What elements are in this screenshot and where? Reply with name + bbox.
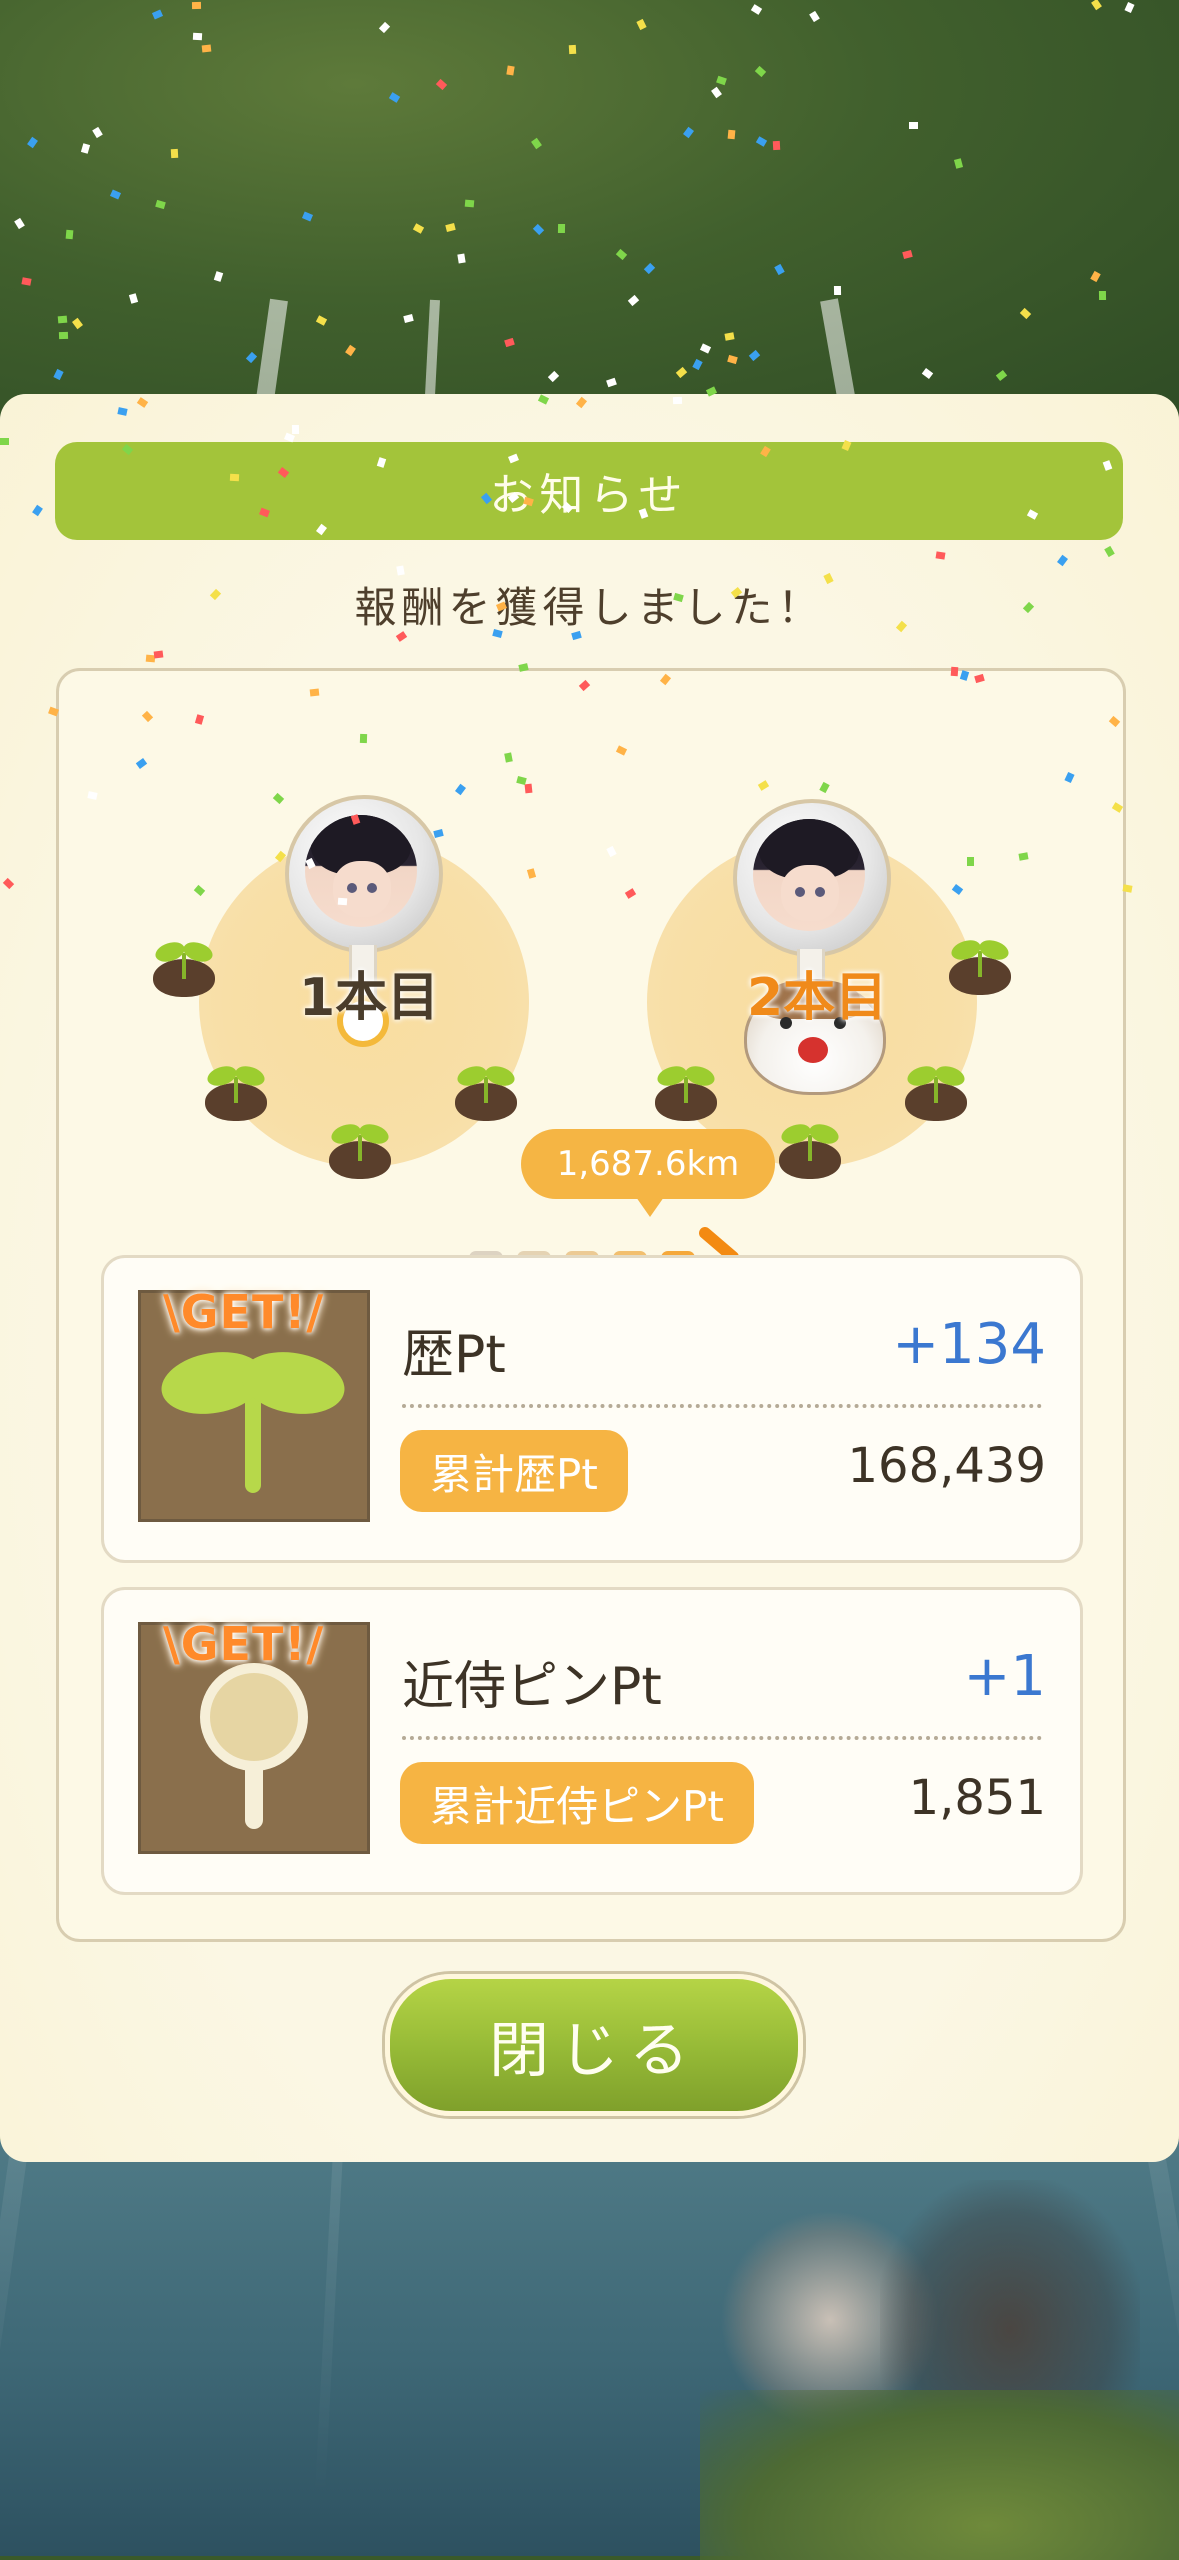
sprout-icon <box>654 1062 718 1121</box>
reward-item: \GET!/ 近侍ピンPt +1 累計近侍ピンPt 1,851 <box>101 1587 1083 1895</box>
reward-name: 歴Pt <box>402 1325 506 1385</box>
get-label: \GET!/ <box>163 1285 325 1339</box>
reward-icon-box: \GET!/ <box>138 1285 370 1522</box>
sprout-icon <box>778 1120 842 1179</box>
sprout-icon <box>948 936 1012 995</box>
distance-value: 1,687.6km <box>556 1144 740 1184</box>
blurred-grass <box>700 2390 1179 2560</box>
background-bottom <box>0 2140 1179 2560</box>
to-pin-label: 2本目 <box>747 968 888 1028</box>
total-value: 1,851 <box>908 1770 1046 1826</box>
dialog-header: お知らせ <box>55 442 1123 540</box>
reward-item: \GET!/ 歴Pt +134 累計歴Pt 168,439 <box>101 1255 1083 1563</box>
sprout-icon <box>328 1120 392 1179</box>
sprout-icon <box>152 938 216 997</box>
reward-gain: +134 <box>892 1312 1046 1377</box>
distance-bubble: 1,687.6km <box>521 1129 775 1217</box>
notice-dialog: お知らせ 報酬を獲得しました！ 1本目 2本目 1,687.6km \GET!/… <box>0 394 1179 2162</box>
reward-name: 近侍ピンPt <box>402 1657 662 1717</box>
total-value: 168,439 <box>847 1438 1047 1494</box>
character-portrait <box>305 815 417 927</box>
divider <box>402 1404 1042 1408</box>
sprout-icon <box>204 1062 268 1121</box>
reward-message: 報酬を獲得しました！ <box>354 583 825 632</box>
from-pin-label: 1本目 <box>299 968 440 1028</box>
sprout-icon <box>454 1062 518 1121</box>
divider <box>402 1736 1042 1740</box>
reward-gain: +1 <box>963 1644 1046 1709</box>
total-label-badge: 累計近侍ピンPt <box>400 1762 754 1844</box>
reward-icon-box: \GET!/ <box>138 1617 370 1854</box>
close-button[interactable]: 閉じる <box>385 1974 803 2116</box>
background-top <box>0 0 1179 420</box>
get-label: \GET!/ <box>163 1617 325 1671</box>
total-label-badge: 累計歴Pt <box>400 1430 628 1512</box>
sprout-icon <box>904 1062 968 1121</box>
character-portrait <box>753 819 865 931</box>
progress-card: 1本目 2本目 1,687.6km \GET!/ 歴Pt +134 累計歴Pt … <box>56 668 1126 1942</box>
